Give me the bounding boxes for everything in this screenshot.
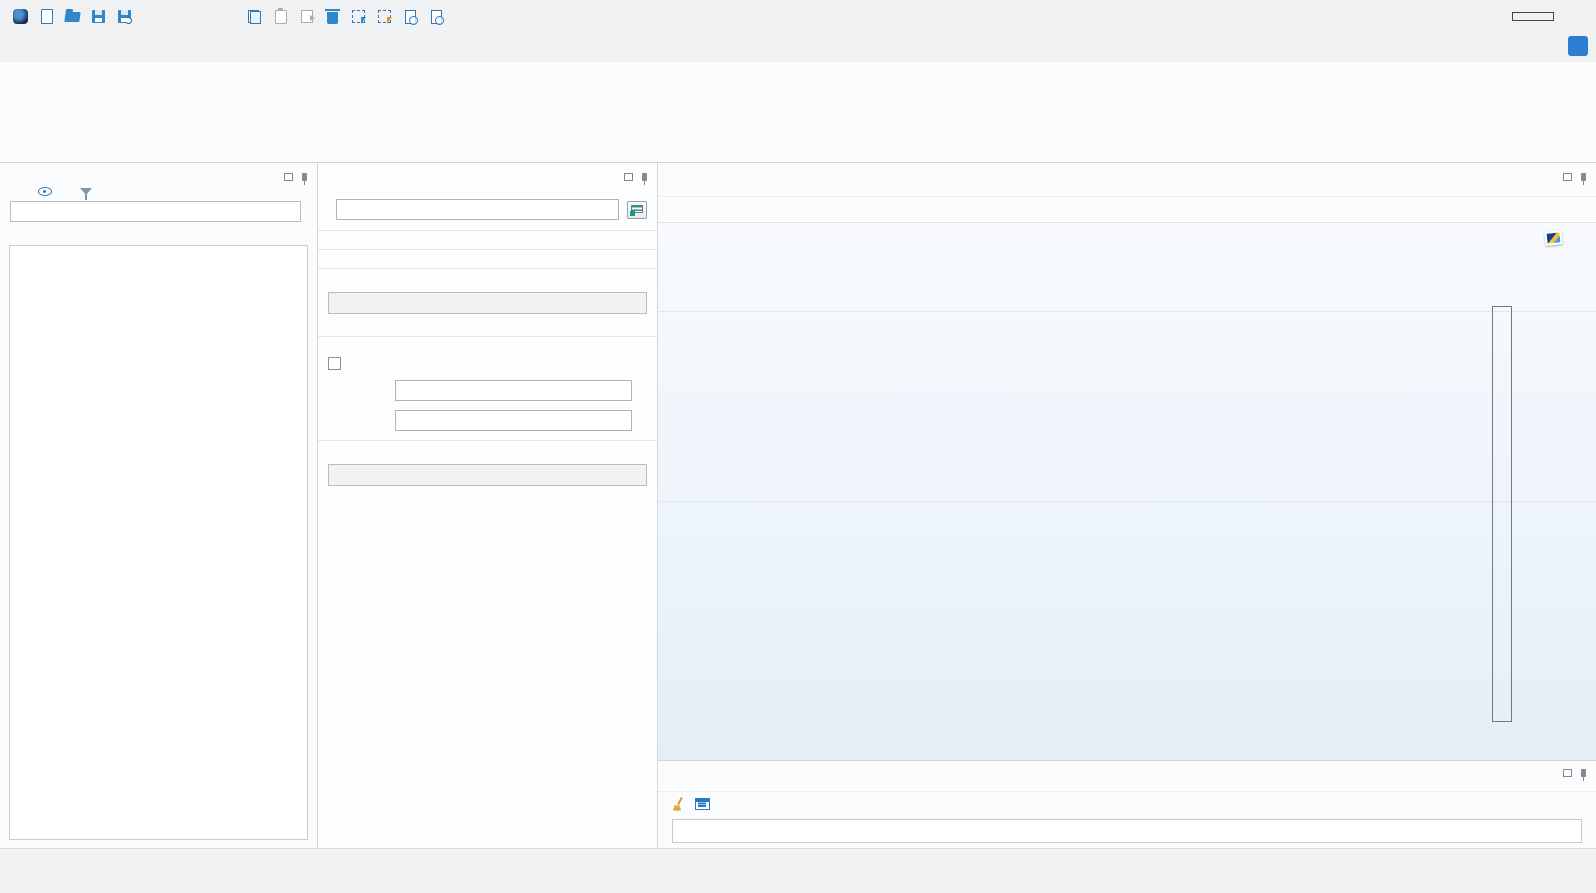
clear-messages-icon[interactable] — [672, 797, 686, 811]
title-bar — [0, 0, 1596, 33]
messages-output — [672, 819, 1582, 843]
cut-button[interactable] — [216, 4, 241, 29]
find-replace-button[interactable] — [424, 4, 449, 29]
capacity-input[interactable] — [395, 380, 632, 401]
graphics-toolbar — [658, 196, 1596, 223]
graphics-column — [658, 163, 1596, 848]
panel-maximize-icon[interactable] — [624, 173, 633, 181]
help-button[interactable] — [1568, 36, 1588, 56]
section-domain-selection[interactable] — [328, 231, 647, 249]
duplicate-button[interactable] — [294, 4, 319, 29]
delete-button[interactable] — [320, 4, 345, 29]
new-file-button[interactable] — [34, 4, 59, 29]
specify-select[interactable] — [328, 464, 647, 486]
settings-subtitle — [318, 183, 657, 191]
panel-maximize-icon[interactable] — [1563, 173, 1572, 181]
status-bar — [0, 848, 1596, 893]
section-override[interactable] — [328, 250, 647, 268]
paste-button[interactable] — [268, 4, 293, 29]
minimize-button[interactable] — [1470, 0, 1512, 33]
specify-from-materials-checkbox[interactable] — [328, 357, 341, 370]
model-builder-toolbar — [0, 183, 317, 201]
model-builder-panel — [0, 163, 318, 848]
rename-button[interactable] — [627, 201, 647, 219]
save-button[interactable] — [86, 4, 111, 29]
section-cell-equilibrium-potential[interactable] — [328, 441, 647, 459]
open-file-button[interactable] — [60, 4, 85, 29]
messages-tab-bar — [658, 761, 1596, 791]
battery-pack-3d-model — [658, 223, 1596, 760]
model-tree — [9, 245, 308, 840]
menu-bar — [0, 33, 1596, 62]
equation-study-select[interactable] — [328, 292, 647, 314]
filter-funnel-button[interactable] — [80, 188, 92, 195]
messages-panel — [658, 760, 1596, 848]
show-eye-button[interactable] — [38, 187, 52, 196]
tree-filter-input[interactable] — [10, 201, 301, 222]
save-as-button[interactable] — [112, 4, 137, 29]
graphics-canvas[interactable] — [658, 223, 1596, 760]
soc-input[interactable] — [395, 410, 632, 431]
plot-thumbnail-icon[interactable] — [1544, 230, 1562, 246]
run-button[interactable] — [138, 4, 163, 29]
panel-pin-icon[interactable] — [1581, 769, 1586, 777]
ribbon — [0, 62, 1596, 163]
graphics-tab-bar — [658, 163, 1596, 196]
panel-maximize-icon[interactable] — [1563, 769, 1572, 777]
deselect-box-button[interactable] — [372, 4, 397, 29]
open-messages-window-icon[interactable] — [695, 798, 710, 810]
find-button[interactable] — [398, 4, 423, 29]
comsol-logo-icon — [8, 4, 33, 29]
panel-pin-icon[interactable] — [1581, 173, 1586, 181]
panel-pin-icon[interactable] — [642, 173, 647, 181]
panel-pin-icon[interactable] — [302, 173, 307, 181]
label-input[interactable] — [336, 199, 619, 220]
equation-display — [328, 322, 647, 336]
undo-button[interactable] — [164, 4, 189, 29]
panel-maximize-icon[interactable] — [284, 173, 293, 181]
settings-panel — [318, 163, 658, 848]
select-box-button[interactable] — [346, 4, 371, 29]
redo-button[interactable] — [190, 4, 215, 29]
maximize-button[interactable] — [1512, 0, 1554, 33]
section-equation[interactable] — [328, 269, 647, 287]
copy-button[interactable] — [242, 4, 267, 29]
section-battery-pack-settings[interactable] — [328, 337, 647, 355]
close-button[interactable] — [1554, 0, 1596, 33]
toolbar-overflow-button[interactable] — [450, 4, 475, 29]
